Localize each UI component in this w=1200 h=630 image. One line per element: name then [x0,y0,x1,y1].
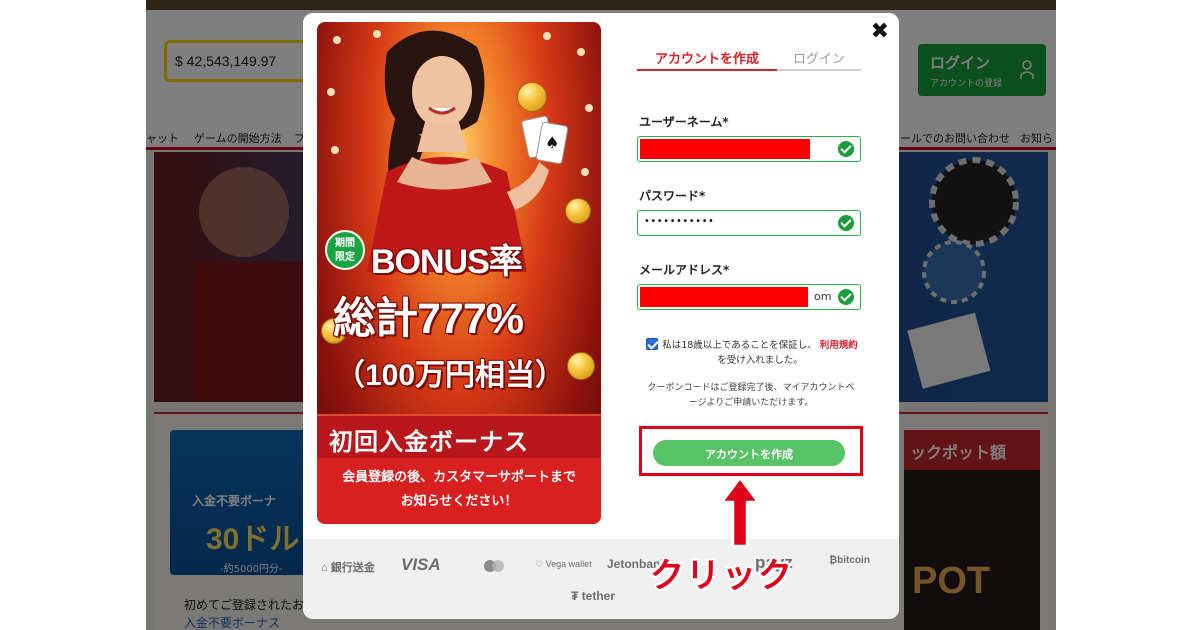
password-value: ••••••••••• [644,216,715,227]
bitcoin-logo: ₿bitcoin [829,555,870,566]
tab-create-account[interactable]: アカウントを作成 [637,43,777,71]
check-circle-icon [838,289,854,305]
mastercard-icon [484,560,504,572]
terms-text-before: 私は18歳以上であることを保証し、 [662,340,817,351]
promo-footer: 会員登録の後、カスタマーサポートまで お知らせください！ [317,458,601,524]
coupon-note: クーポンコードはご登録完了後、マイアカウントページよりご申請いただけます。 [647,383,855,408]
check-circle-icon [838,215,854,231]
username-label: ユーザーネーム* [639,115,729,129]
password-field[interactable]: ••••••••••• [637,210,861,236]
close-icon[interactable]: ✖ [871,21,889,43]
coin-icon [517,82,547,112]
screenshot: $ 42,543,149.97 ログイン アカウントの登録 ャット ゲームの開始… [0,0,1200,630]
auth-tabs: アカウントを作成 ログイン [637,43,861,73]
email-field[interactable]: om [637,284,861,310]
check-circle-icon [838,141,854,157]
promo-yen-equivalent: （100万円相当） [335,359,566,392]
terms-text-after: を受け入れました。 [717,355,803,366]
bank-transfer-logo: ⌂ 銀行送金 [321,559,375,575]
vega-wallet-logo: ♡ Vega wallet [535,559,592,570]
svg-text:♠: ♠ [545,133,559,152]
tab-login[interactable]: ログイン [777,43,861,71]
tether-logo: ₮ tether [571,589,615,603]
create-account-button[interactable]: アカウントを作成 [653,440,845,466]
promo-footer-line: 会員登録の後、カスタマーサポートまで [342,470,576,485]
first-deposit-banner: 初回入金ボーナス [317,414,601,458]
signup-form: アカウントを作成 ログイン ユーザーネーム* パスワード* ••••••••••… [635,13,865,533]
redaction-block [640,287,808,307]
up-arrow-icon [720,476,760,548]
username-field[interactable] [637,136,861,162]
tether-label: tether [581,589,616,603]
bank-icon: ⌂ [321,562,328,574]
bitcoin-label: bitcoin [837,555,870,566]
payment-methods: ⌂ 銀行送金 VISA ♡ Vega wallet Jetonbank payz… [303,539,899,619]
heart-icon: ♡ [535,559,544,569]
bank-transfer-label: 銀行送金 [330,562,375,574]
terms-link[interactable]: 利用規約 [820,340,858,351]
promo-headline: BONUS率 [371,243,523,281]
vega-wallet-label: Vega wallet [545,559,592,569]
click-annotation: クリック [650,556,794,596]
email-value-tail: om [814,290,832,303]
email-label: メールアドレス* [639,263,730,277]
signup-modal: ✖ ♠ 期間 限定 BONUS率 総計777% （100万円相当） 初回入金ボー… [303,13,899,619]
limited-time-badge: 期間 限定 [325,230,365,270]
coin-icon [565,198,591,224]
visa-logo: VISA [401,555,441,574]
tether-icon: ₮ [571,589,579,603]
first-deposit-label: 初回入金ボーナス [329,428,529,456]
promo-footer-line: お知らせください！ [400,494,518,509]
bitcoin-icon: ₿ [829,555,838,566]
bonus-promo-image: ♠ 期間 限定 BONUS率 総計777% （100万円相当） 初回入金ボーナス… [317,22,601,524]
password-label: パスワード* [639,189,706,203]
redaction-block [640,139,810,159]
terms-text: 私は18歳以上であることを保証し、 利用規約 を受け入れました。 [657,338,863,368]
promo-percentage: 総計777% [333,295,524,343]
